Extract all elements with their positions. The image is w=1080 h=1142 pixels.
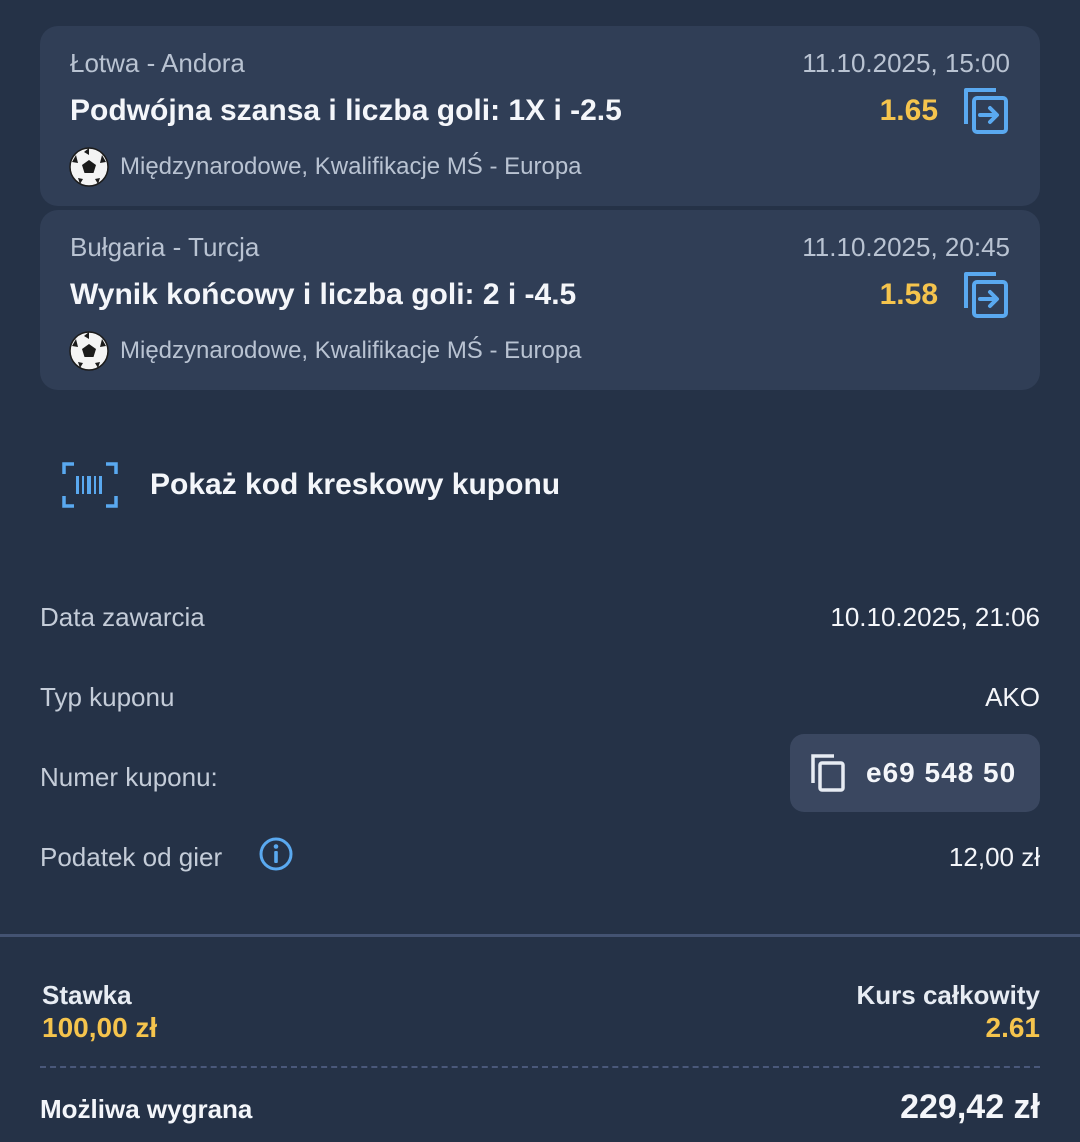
tax-label: Podatek od gier — [40, 842, 223, 872]
match-datetime: 11.10.2025, 15:00 — [802, 48, 1010, 78]
coupon-date-label: Data zawarcia — [40, 602, 205, 632]
match-teams: Łotwa - Andora — [70, 48, 245, 78]
coupon-number-label: Numer kuponu: — [40, 762, 218, 792]
coupon-date-value: 10.10.2025, 21:06 — [830, 602, 1040, 632]
bet-odd: 1.65 — [879, 94, 938, 127]
tax-row: Podatek od gier 12,00 zł — [40, 836, 1040, 876]
total-odds-value: 2.61 — [985, 1012, 1041, 1043]
bet-odd: 1.58 — [879, 278, 938, 311]
coupon-date-row: Data zawarcia 10.10.2025, 21:06 — [40, 596, 1040, 636]
soccer-ball-icon — [69, 147, 109, 187]
match-teams: Bułgaria - Turcja — [70, 232, 260, 262]
stake-label: Stawka — [42, 980, 132, 1010]
bet-market: Wynik końcowy i liczba goli: 2 i -4.5 — [70, 278, 577, 311]
bet-card[interactable]: Łotwa - Andora 11.10.2025, 15:00 Podwójn… — [40, 26, 1040, 206]
copy-bet-icon[interactable] — [962, 270, 1010, 320]
league-row: Międzynarodowe, Kwalifikacje MŚ - Europa — [68, 146, 582, 188]
soccer-ball-icon — [69, 331, 109, 371]
dashed-divider — [40, 1066, 1040, 1068]
match-datetime: 11.10.2025, 20:45 — [802, 232, 1010, 262]
info-icon[interactable] — [258, 836, 294, 872]
league-name: Międzynarodowe, Kwalifikacje MŚ - Europa — [120, 153, 582, 180]
bet-market: Podwójna szansa i liczba goli: 1X i -2.5 — [70, 94, 622, 127]
tax-value: 12,00 zł — [948, 842, 1040, 872]
possible-win-label: Możliwa wygrana — [40, 1094, 253, 1124]
bet-card[interactable]: Bułgaria - Turcja 11.10.2025, 20:45 Wyni… — [40, 210, 1040, 390]
stake-value: 100,00 zł — [42, 1012, 158, 1043]
section-divider — [0, 934, 1080, 937]
league-row: Międzynarodowe, Kwalifikacje MŚ - Europa — [68, 330, 582, 372]
barcode-label: Pokaż kod kreskowy kuponu — [150, 468, 561, 501]
coupon-number-row: Numer kuponu: e69 548 50 — [40, 734, 1040, 812]
coupon-type-value: AKO — [985, 682, 1040, 712]
copy-icon — [811, 754, 845, 792]
possible-win-value: 229,42 zł — [900, 1088, 1040, 1126]
barcode-scan-icon — [62, 462, 118, 508]
copy-coupon-number-button[interactable]: e69 548 50 — [790, 734, 1040, 812]
coupon-type-label: Typ kuponu — [40, 682, 175, 712]
total-odds-label: Kurs całkowity — [856, 980, 1040, 1010]
league-name: Międzynarodowe, Kwalifikacje MŚ - Europa — [120, 337, 582, 364]
show-barcode-button[interactable]: Pokaż kod kreskowy kuponu — [62, 462, 560, 508]
coupon-number-value: e69 548 50 — [866, 757, 1017, 788]
copy-bet-icon[interactable] — [962, 86, 1010, 136]
coupon-type-row: Typ kuponu AKO — [40, 676, 1040, 716]
